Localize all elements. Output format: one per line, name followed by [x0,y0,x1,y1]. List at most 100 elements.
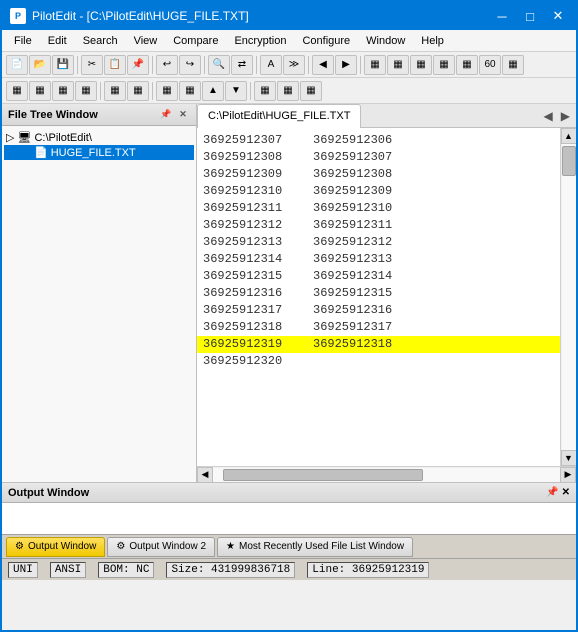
tree-folder-root[interactable]: ▷ 🖥 C:\PilotEdit\ [4,130,194,145]
maximize-button[interactable]: □ [520,6,540,26]
find-button[interactable]: 🔍 [208,55,230,75]
font-button[interactable]: A [260,55,282,75]
editor-tab[interactable]: C:\PilotEdit\HUGE_FILE.TXT [197,104,361,128]
code-col2-5: 36925912311 [313,217,392,234]
close-tree-icon[interactable]: ✕ [176,108,190,122]
main-area: File Tree Window 📌 ✕ ▷ 🖥 C:\PilotEdit\ 📄… [2,104,576,482]
tb2-j[interactable]: ▼ [225,81,247,101]
toolbar-sep-6 [360,56,361,74]
code-col2-3: 36925912309 [313,183,392,200]
menu-item-file[interactable]: File [6,30,40,51]
editor-content: 3692591230736925912306369259123083692591… [197,128,576,466]
tool-c[interactable]: ▦ [410,55,432,75]
tool-d[interactable]: ▦ [433,55,455,75]
menu-item-configure[interactable]: Configure [294,30,358,51]
bottom-tab-icon-1: ⚙ [116,541,125,552]
tb2-e[interactable]: ▦ [104,81,126,101]
scroll-thumb-v[interactable] [562,146,576,176]
scroll-right-arrow[interactable]: ▶ [560,467,576,483]
title-text: PilotEdit - [C:\PilotEdit\HUGE_FILE.TXT] [32,9,249,23]
tb2-g[interactable]: ▦ [156,81,178,101]
code-line-4: 3692591231136925912310 [197,200,560,217]
menu-item-window[interactable]: Window [358,30,413,51]
undo-button[interactable]: ↩ [156,55,178,75]
bottom-tab-icon-0: ⚙ [15,541,24,552]
new-button[interactable]: 📄 [6,55,28,75]
bottom-tab-1[interactable]: ⚙Output Window 2 [107,537,215,557]
code-line-0: 3692591230736925912306 [197,132,560,149]
menu-item-view[interactable]: View [126,30,166,51]
file-tree-header: File Tree Window 📌 ✕ [2,104,196,126]
bottom-tab-2[interactable]: ★Most Recently Used File List Window [217,537,413,557]
tb2-i[interactable]: ▲ [202,81,224,101]
nav-next-icon[interactable]: ▶ [559,109,572,123]
tb2-a[interactable]: ▦ [6,81,28,101]
bottom-tab-bar: ⚙ Output Window ⚙Output Window 2★Most Rece… [2,534,576,558]
file-tree-content: ▷ 🖥 C:\PilotEdit\ 📄 HUGE_FILE.TXT [2,126,196,482]
tb2-m[interactable]: ▦ [300,81,322,101]
tb2-f[interactable]: ▦ [127,81,149,101]
open-button[interactable]: 📂 [29,55,51,75]
title-bar-left: P PilotEdit - [C:\PilotEdit\HUGE_FILE.TX… [10,8,249,24]
menu-item-compare[interactable]: Compare [165,30,226,51]
editor-tab-bar: C:\PilotEdit\HUGE_FILE.TXT ◀ ▶ [197,104,576,128]
scroll-thumb-h[interactable] [223,469,423,481]
pin-output-icon[interactable]: 📌 [546,487,558,498]
bottom-tab-label-2: Most Recently Used File List Window [239,541,404,552]
code-line-8: 3692591231536925912314 [197,268,560,285]
close-button[interactable]: ✕ [548,6,568,26]
menu-item-edit[interactable]: Edit [40,30,75,51]
tb2-c[interactable]: ▦ [52,81,74,101]
code-col2-4: 36925912310 [313,200,392,217]
copy-button[interactable]: 📋 [104,55,126,75]
cut-button[interactable]: ✂ [81,55,103,75]
scroll-track-h[interactable] [213,468,560,482]
scroll-track-v[interactable] [562,144,576,450]
code-line-13: 36925912320 [197,353,560,370]
tool-a[interactable]: ▦ [364,55,386,75]
nav-forward-button[interactable]: ▶ [335,55,357,75]
nav-prev-icon[interactable]: ◀ [542,109,555,123]
close-output-icon[interactable]: ✕ [562,487,570,498]
tree-file-item[interactable]: 📄 HUGE_FILE.TXT [4,145,194,160]
title-controls: ─ □ ✕ [492,6,568,26]
bottom-tab-0[interactable]: ⚙ Output Window [6,537,105,557]
menu-bar: FileEditSearchViewCompareEncryptionConfi… [2,30,576,52]
toolbar-sep-3 [204,56,205,74]
tool-b[interactable]: ▦ [387,55,409,75]
status-size: Size: 431999836718 [166,562,295,578]
tb2-h[interactable]: ▦ [179,81,201,101]
menu-item-encryption[interactable]: Encryption [226,30,294,51]
code-col2-12: 36925912318 [313,336,392,353]
minimize-button[interactable]: ─ [492,6,512,26]
code-col2-6: 36925912312 [313,234,392,251]
tb2-k[interactable]: ▦ [254,81,276,101]
menu-item-search[interactable]: Search [75,30,126,51]
redo-button[interactable]: ↪ [179,55,201,75]
scroll-up-arrow[interactable]: ▲ [561,128,577,144]
replace-button[interactable]: ⇄ [231,55,253,75]
code-col1-6: 36925912313 [203,234,313,251]
editor-scrollbar-horizontal[interactable]: ◀ ▶ [197,466,576,482]
tb2-d[interactable]: ▦ [75,81,97,101]
code-line-9: 3692591231636925912315 [197,285,560,302]
editor-nav: ◀ ▶ [538,109,576,123]
scroll-left-arrow[interactable]: ◀ [197,467,213,483]
tool-g[interactable]: ▦ [502,55,524,75]
tb2-l[interactable]: ▦ [277,81,299,101]
save-button[interactable]: 💾 [52,55,74,75]
bottom-tab-label-0: Output Window [28,541,96,552]
paste-button[interactable]: 📌 [127,55,149,75]
pin-icon[interactable]: 📌 [159,108,173,122]
tool-f[interactable]: 60 [479,55,501,75]
bold-button[interactable]: ≫ [283,55,305,75]
nav-back-button[interactable]: ◀ [312,55,334,75]
tb2-b[interactable]: ▦ [29,81,51,101]
editor-scroll-area[interactable]: 3692591230736925912306369259123083692591… [197,128,560,466]
menu-item-help[interactable]: Help [413,30,452,51]
code-line-12: 3692591231936925912318 [197,336,560,353]
code-line-3: 3692591231036925912309 [197,183,560,200]
tool-e[interactable]: ▦ [456,55,478,75]
scroll-down-arrow[interactable]: ▼ [561,450,577,466]
editor-scrollbar-vertical[interactable]: ▲ ▼ [560,128,576,466]
